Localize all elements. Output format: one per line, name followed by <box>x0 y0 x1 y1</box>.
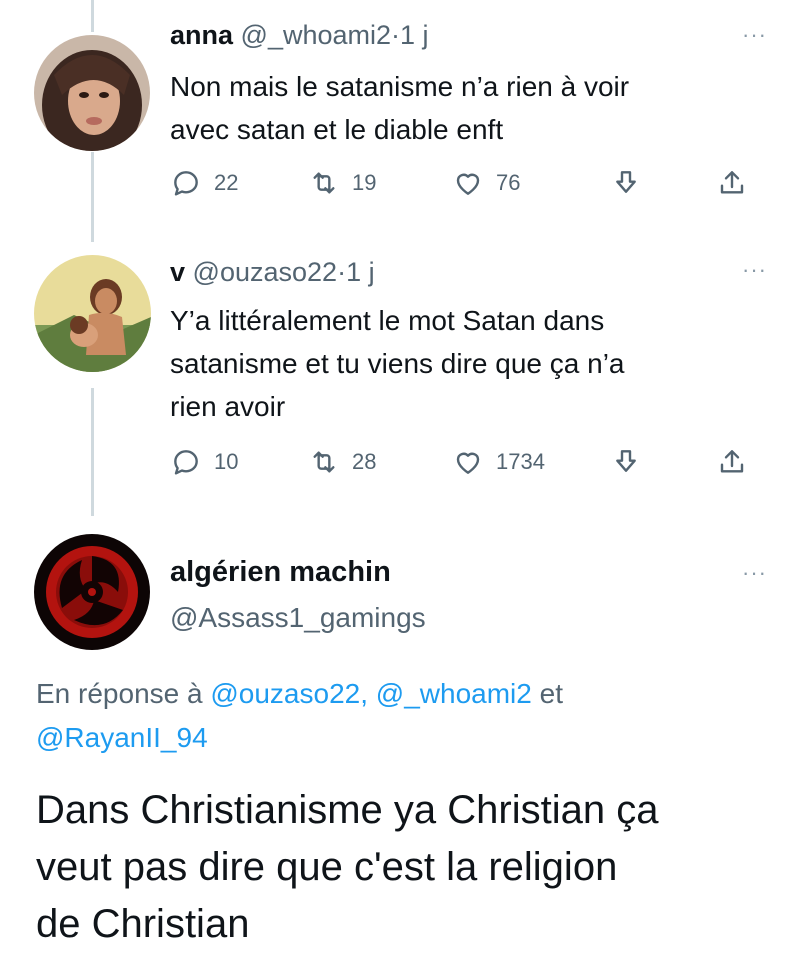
reply-button[interactable]: 22 <box>170 167 238 199</box>
separator-dot: · <box>391 20 401 50</box>
share-icon <box>720 171 744 194</box>
more-icon[interactable]: ··· <box>742 560 767 586</box>
mention-link[interactable]: @_whoami2 <box>376 678 532 709</box>
reply-count: 10 <box>214 449 239 474</box>
like-icon <box>456 173 480 195</box>
like-count: 1734 <box>496 449 545 474</box>
retweet-button[interactable]: 28 <box>308 446 376 478</box>
like-icon <box>456 452 480 474</box>
like-button[interactable]: 76 <box>452 167 520 199</box>
reply-conjunction: et <box>539 678 563 709</box>
avatar[interactable] <box>34 35 150 151</box>
download-button[interactable] <box>610 167 654 199</box>
tweet-text-line: avec satan et le diable enft <box>170 114 504 145</box>
thread-line <box>91 0 94 32</box>
like-count: 76 <box>496 170 521 195</box>
download-button[interactable] <box>610 446 654 478</box>
separator-dot: · <box>337 257 347 287</box>
tweet-text-line: rien avoir <box>170 391 286 422</box>
tweet-text-line: de Christian <box>36 902 250 946</box>
reply-icon <box>174 171 198 196</box>
author-name[interactable]: algérien machin <box>170 552 391 592</box>
tweet-text-line: Y’a littéralement le mot Satan dans <box>170 305 605 336</box>
retweet-count: 19 <box>352 170 377 195</box>
tweet-actions: 10 28 1734 <box>170 446 760 486</box>
tweet-header: v @ouzaso22·1 j <box>170 255 759 289</box>
retweet-button[interactable]: 19 <box>308 167 376 199</box>
tweet-actions: 22 19 76 <box>170 167 760 207</box>
tweet-text: Y’a littéralement le mot Satan dans sata… <box>170 299 759 428</box>
reply-prefix: En réponse à <box>36 678 203 709</box>
thread-line <box>91 152 94 242</box>
reply-icon <box>174 450 198 475</box>
author-name[interactable]: v <box>170 257 185 287</box>
retweet-icon <box>313 451 335 473</box>
reply-button[interactable]: 10 <box>170 446 238 478</box>
tweet-text-line: Dans Christianisme ya Christian ça <box>36 788 659 832</box>
tweet-text-line: satanisme et tu viens dire que ça n’a <box>170 348 625 379</box>
download-icon <box>616 450 636 472</box>
thread-line <box>91 388 94 516</box>
tweet-text-line: Non mais le satanisme n’a rien à voir <box>170 71 630 102</box>
tweet-header: anna @_whoami2·1 j <box>170 18 759 52</box>
mention-link[interactable]: @RayanII_94 <box>36 722 208 753</box>
retweet-count: 28 <box>352 449 377 474</box>
author-handle[interactable]: @ouzaso22 <box>193 257 338 287</box>
more-icon[interactable]: ··· <box>742 22 767 48</box>
like-button[interactable]: 1734 <box>452 446 545 478</box>
share-icon <box>720 450 744 473</box>
author-handle[interactable]: @_whoami2 <box>241 20 391 50</box>
share-button[interactable] <box>716 167 760 199</box>
tweet-text-line: veut pas dire que c'est la religion <box>36 845 618 889</box>
timestamp[interactable]: 1 j <box>346 257 375 287</box>
author-handle[interactable]: @Assass1_gamings <box>170 598 426 638</box>
share-button[interactable] <box>716 446 760 478</box>
tweet-text: Non mais le satanisme n’a rien à voir av… <box>170 65 759 151</box>
download-icon <box>616 171 636 193</box>
avatar[interactable] <box>34 255 151 372</box>
timestamp[interactable]: 1 j <box>400 20 429 50</box>
main-tweet-text: Dans Christianisme ya Christian ça veut … <box>36 782 776 953</box>
reply-context: En réponse à @ouzaso22, @_whoami2 et @Ra… <box>36 672 756 760</box>
retweet-icon <box>313 172 335 194</box>
mention-link[interactable]: @ouzaso22, <box>210 678 368 709</box>
more-icon[interactable]: ··· <box>742 257 767 283</box>
avatar[interactable] <box>34 534 150 650</box>
author-name[interactable]: anna <box>170 20 233 50</box>
reply-count: 22 <box>214 170 239 195</box>
